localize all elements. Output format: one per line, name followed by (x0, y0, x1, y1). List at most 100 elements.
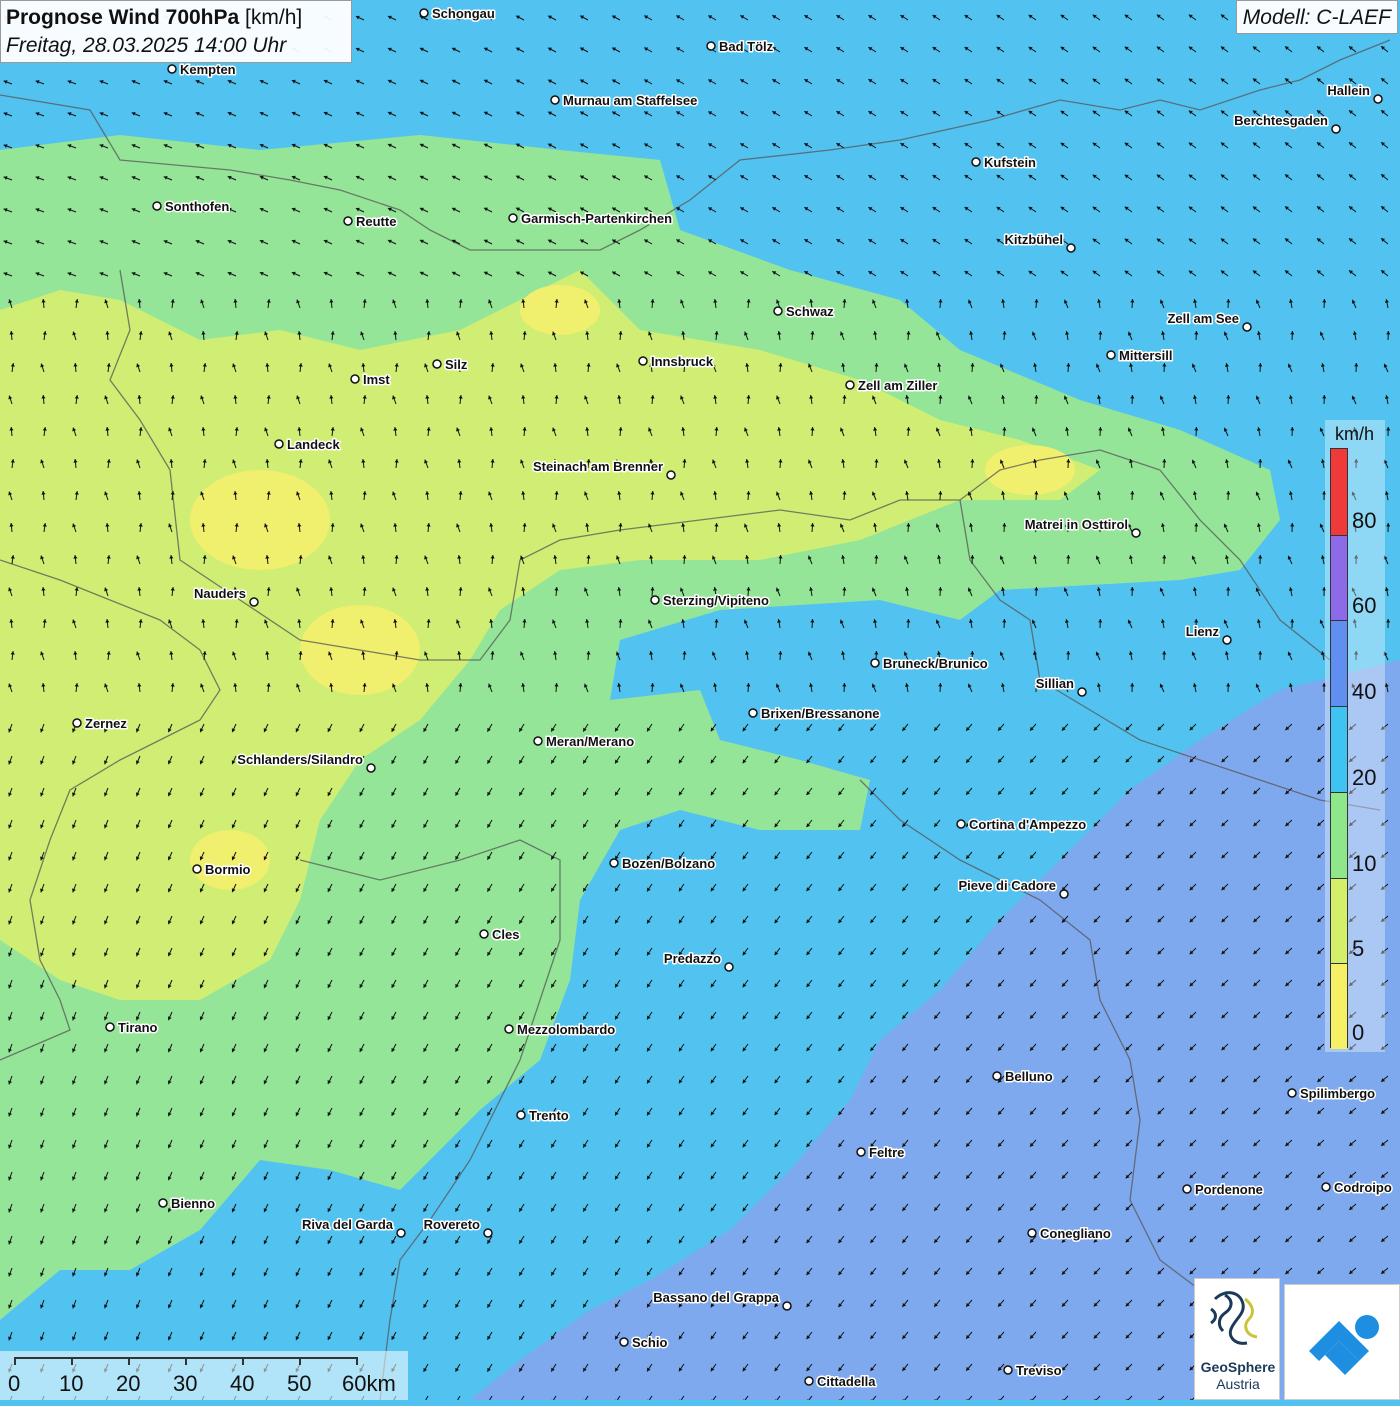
city-marker: Schongau (420, 6, 495, 21)
city-dot (774, 307, 782, 315)
city-dot (749, 709, 757, 717)
city-label: Mezzolombardo (517, 1022, 615, 1037)
geosphere-austria-logo: GeoSphere Austria (1194, 1278, 1280, 1400)
city-label: Schio (632, 1335, 667, 1350)
city-marker: Garmisch-Partenkirchen (509, 211, 672, 226)
city-dot (1288, 1089, 1296, 1097)
city-dot (551, 96, 559, 104)
city-label: Schwaz (786, 304, 834, 319)
band-0-5-patch (190, 470, 330, 570)
city-dot (783, 1302, 791, 1310)
city-dot (805, 1377, 813, 1385)
city-marker: Cortina d'Ampezzo (957, 817, 1086, 832)
city-dot (707, 42, 715, 50)
city-label: Sonthofen (165, 199, 229, 214)
city-dot (1322, 1183, 1330, 1191)
legend-unit: km/h (1335, 424, 1374, 445)
city-dot (610, 859, 618, 867)
city-dot (1332, 125, 1340, 133)
scale-tick (14, 1357, 16, 1365)
city-label: Feltre (869, 1145, 904, 1160)
legend-label: 20 (1352, 765, 1376, 791)
city-dot (344, 217, 352, 225)
city-label: Murnau am Staffelsee (563, 93, 697, 108)
city-dot (1067, 244, 1075, 252)
city-label: Zell am Ziller (858, 378, 937, 393)
title-box: Prognose Wind 700hPa [km/h] Freitag, 28.… (0, 0, 352, 63)
city-label: Bormio (205, 862, 251, 877)
scale-label: 20 (116, 1371, 140, 1397)
city-marker: Sonthofen (153, 199, 229, 214)
distance-scale-bar: 0102030405060km (0, 1351, 408, 1400)
city-label: Bassano del Grappa (653, 1290, 779, 1305)
band-0-5-patch (190, 830, 270, 890)
city-label: Steinach am Brenner (533, 459, 663, 474)
city-dot (433, 360, 441, 368)
scale-tick (242, 1357, 244, 1365)
city-dot (846, 381, 854, 389)
scale-label: 0 (8, 1371, 20, 1397)
city-label: Bruneck/Brunico (883, 656, 988, 671)
city-dot (667, 471, 675, 479)
city-dot (857, 1148, 865, 1156)
city-dot (871, 659, 879, 667)
city-label: Imst (363, 372, 390, 387)
city-dot (73, 719, 81, 727)
city-label: Pordenone (1195, 1182, 1263, 1197)
city-dot (1060, 890, 1068, 898)
city-marker: Sterzing/Vipiteno (651, 593, 769, 608)
city-label: Tirano (118, 1020, 158, 1035)
city-marker: Murnau am Staffelsee (551, 93, 697, 108)
scale-label: 30 (173, 1371, 197, 1397)
city-label: Kufstein (984, 155, 1036, 170)
city-label: Landeck (287, 437, 341, 452)
city-label: Bienno (171, 1196, 215, 1211)
city-dot (159, 1199, 167, 1207)
city-label: Sillian (1036, 676, 1074, 691)
band-0-5-patch (985, 445, 1075, 495)
city-dot (517, 1111, 525, 1119)
city-dot (106, 1023, 114, 1031)
scale-tick (185, 1357, 187, 1365)
city-label: Belluno (1005, 1069, 1053, 1084)
city-dot (250, 598, 258, 606)
legend-color-segment (1331, 792, 1347, 878)
city-label: Sterzing/Vipiteno (663, 593, 769, 608)
city-label: Zell am See (1167, 311, 1239, 326)
legend-label: 40 (1352, 679, 1376, 705)
scale-label: 60km (342, 1371, 396, 1397)
city-dot (993, 1072, 1001, 1080)
model-label: Modell: C-LAEF (1236, 0, 1398, 34)
city-dot (1028, 1229, 1036, 1237)
geosphere-logo-line2: Austria (1195, 1376, 1281, 1392)
city-marker: Pordenone (1183, 1182, 1263, 1197)
forecast-datetime: Freitag, 28.03.2025 14:00 Uhr (6, 32, 346, 60)
city-marker: Spilimbergo (1288, 1086, 1375, 1101)
city-dot (639, 357, 647, 365)
city-label: Cittadella (817, 1374, 876, 1389)
city-dot (534, 737, 542, 745)
city-dot (484, 1229, 492, 1237)
city-label: Rovereto (424, 1217, 480, 1232)
city-dot (1107, 351, 1115, 359)
scale-tick (71, 1357, 73, 1365)
legend-color-segment (1331, 878, 1347, 964)
legend-color-segment (1331, 449, 1347, 535)
city-dot (957, 820, 965, 828)
legend-color-bar (1330, 448, 1348, 1048)
scale-label: 10 (59, 1371, 83, 1397)
scale-tick (128, 1357, 130, 1365)
city-label: Schongau (432, 6, 495, 21)
city-label: Meran/Merano (546, 734, 634, 749)
legend-label: 10 (1352, 851, 1376, 877)
city-label: Nauders (194, 586, 246, 601)
legend-label: 80 (1352, 508, 1376, 534)
city-marker: Bruneck/Brunico (871, 656, 988, 671)
city-label: Kempten (180, 62, 236, 77)
city-marker: Zell am Ziller (846, 378, 937, 393)
city-dot (725, 963, 733, 971)
city-dot (1132, 529, 1140, 537)
city-dot (1004, 1366, 1012, 1374)
city-dot (193, 865, 201, 873)
city-label: Innsbruck (651, 354, 714, 369)
